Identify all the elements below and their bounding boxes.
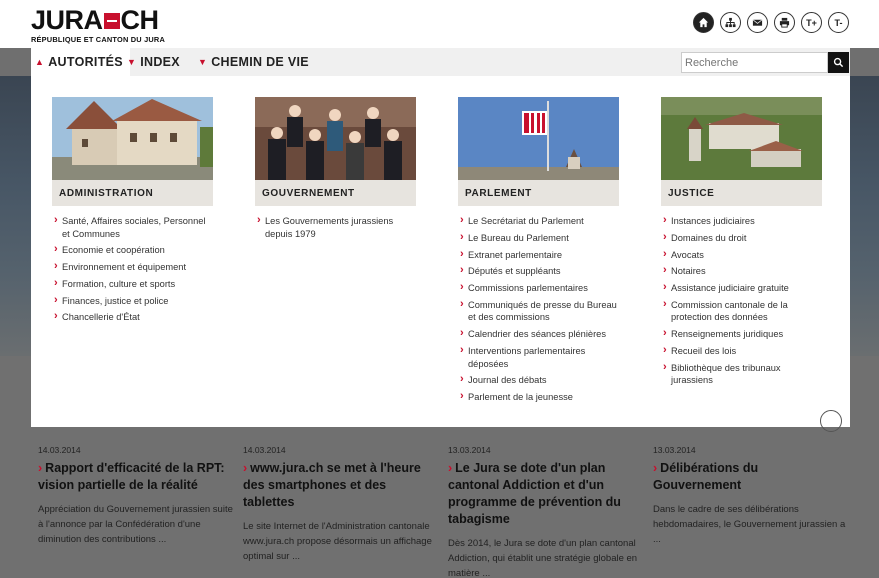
- parlement-photo[interactable]: [458, 97, 619, 180]
- menu-link[interactable]: Bibliothèque des tribunaux jurassiens: [661, 361, 822, 387]
- menu-link[interactable]: Communiqués de presse du Bureau et des c…: [458, 298, 619, 324]
- news-summary: Dans le cadre de ses délibérations hebdo…: [653, 504, 846, 545]
- jura-flag-icon: [103, 12, 120, 29]
- menu-link[interactable]: Calendrier des séances plénières: [458, 327, 619, 341]
- menu-link[interactable]: Domaines du droit: [661, 231, 822, 245]
- search-icon: [833, 57, 844, 68]
- sitemap-icon[interactable]: [720, 12, 741, 33]
- search-box: [681, 52, 849, 73]
- home-icon[interactable]: [693, 12, 714, 33]
- menu-link[interactable]: Assistance judiciaire gratuite: [661, 281, 822, 295]
- news-summary: Appréciation du Gouvernement jurassien s…: [38, 504, 233, 545]
- menu-link[interactable]: Le Secrétariat du Parlement: [458, 214, 619, 228]
- menu-link[interactable]: Recueil des lois: [661, 344, 822, 358]
- news-date: 13.03.2014: [653, 445, 696, 455]
- print-icon[interactable]: [774, 12, 795, 33]
- toolbar: T+ T-: [693, 12, 849, 33]
- news-title-text: Rapport d'efficacité de la RPT: vision p…: [38, 461, 225, 492]
- menu-link[interactable]: Commission cantonale de la protection de…: [661, 298, 822, 324]
- search-input[interactable]: [681, 52, 828, 73]
- chevron-down-icon: ▼: [127, 57, 137, 67]
- menu-link[interactable]: Extranet parlementaire: [458, 248, 619, 262]
- justice-photo[interactable]: [661, 97, 822, 180]
- site-header: JURA CH RÉPUBLIQUE ET CANTON DU JURA T+ …: [0, 0, 879, 48]
- news-date: 14.03.2014: [38, 445, 81, 455]
- font-increase-icon[interactable]: T+: [801, 12, 822, 33]
- arrow-right-icon: ›: [38, 461, 43, 475]
- menu-link[interactable]: Députés et suppléants: [458, 264, 619, 278]
- news-title-text: Le Jura se dote d'un plan cantonal Addic…: [448, 461, 621, 526]
- menu-link[interactable]: Journal des débats: [458, 373, 619, 387]
- administration-photo[interactable]: [52, 97, 213, 180]
- menu-heading[interactable]: GOUVERNEMENT: [255, 180, 416, 206]
- news-title[interactable]: › www.jura.ch se met à l'heure des smartp…: [243, 460, 438, 511]
- menu-heading[interactable]: PARLEMENT: [458, 180, 619, 206]
- news-title-text: Délibérations du Gouvernement: [653, 461, 759, 492]
- news-item[interactable]: 14.03.2014 › Rapport d'efficacité de la R…: [38, 445, 233, 547]
- gouvernement-photo[interactable]: [255, 97, 416, 180]
- arrow-right-icon: ›: [653, 461, 658, 475]
- menu-link[interactable]: Les Gouvernements jurassiens depuis 1979: [255, 214, 416, 240]
- news-summary: Dès 2014, le Jura se dote d'un plan cant…: [448, 538, 638, 578]
- search-button[interactable]: [828, 52, 849, 73]
- nav-item-label: AUTORITÉS: [48, 55, 123, 69]
- mail-icon[interactable]: [747, 12, 768, 33]
- nav-item-autorites[interactable]: ▲ AUTORITÉS: [31, 48, 130, 76]
- menu-link[interactable]: Avocats: [661, 248, 822, 262]
- nav-item-index[interactable]: ▼ INDEX: [127, 48, 180, 76]
- news-title[interactable]: › Le Jura se dote d'un plan cantonal Addi…: [448, 460, 643, 528]
- logo-word-left: JURA: [31, 5, 103, 35]
- nav-item-label: CHEMIN DE VIE: [211, 55, 309, 69]
- chevron-down-icon: ▼: [198, 57, 208, 67]
- news-title[interactable]: › Rapport d'efficacité de la RPT: vision …: [38, 460, 233, 494]
- arrow-right-icon: ›: [448, 461, 453, 475]
- news-summary: Le site Internet de l'Administration can…: [243, 521, 432, 562]
- menu-column-gouvernement: GOUVERNEMENT Les Gouvernements jurassien…: [255, 97, 416, 244]
- menu-link[interactable]: Notaires: [661, 264, 822, 278]
- logo-subtitle: RÉPUBLIQUE ET CANTON DU JURA: [31, 35, 165, 44]
- menu-link[interactable]: Commissions parlementaires: [458, 281, 619, 295]
- menu-link[interactable]: Renseignements juridiques: [661, 327, 822, 341]
- menu-heading[interactable]: ADMINISTRATION: [52, 180, 213, 206]
- menu-link[interactable]: Instances judiciaires: [661, 214, 822, 228]
- logo[interactable]: JURA CH RÉPUBLIQUE ET CANTON DU JURA: [31, 7, 165, 45]
- carousel-control-icon[interactable]: [820, 410, 842, 432]
- nav-item-label: INDEX: [140, 55, 180, 69]
- news-item[interactable]: 13.03.2014 › Le Jura se dote d'un plan ca…: [448, 445, 643, 578]
- news-title-text: www.jura.ch se met à l'heure des smartph…: [243, 461, 421, 509]
- mega-menu: ADMINISTRATION Santé, Affaires sociales,…: [31, 76, 850, 427]
- menu-heading[interactable]: JUSTICE: [661, 180, 822, 206]
- logo-word-right: CH: [120, 5, 160, 35]
- news-title[interactable]: › Délibérations du Gouvernement: [653, 460, 848, 494]
- menu-link[interactable]: Economie et coopération: [52, 243, 213, 257]
- news-date: 14.03.2014: [243, 445, 286, 455]
- menu-link[interactable]: Chancellerie d'État: [52, 311, 213, 324]
- arrow-right-icon: ›: [243, 461, 248, 475]
- news-item[interactable]: 14.03.2014 › www.jura.ch se met à l'heure…: [243, 445, 438, 564]
- font-decrease-icon[interactable]: T-: [828, 12, 849, 33]
- news-item[interactable]: 13.03.2014 › Délibérations du Gouvernemen…: [653, 445, 848, 547]
- menu-link[interactable]: Environnement et équipement: [52, 260, 213, 274]
- nav-item-chemin-de-vie[interactable]: ▼ CHEMIN DE VIE: [198, 48, 309, 76]
- menu-link[interactable]: Parlement de la jeunesse: [458, 390, 619, 404]
- menu-link[interactable]: Santé, Affaires sociales, Personnel et C…: [52, 214, 213, 240]
- logo-wordmark: JURA CH: [31, 7, 165, 34]
- chevron-up-icon: ▲: [35, 57, 45, 67]
- menu-column-parlement: PARLEMENT Le Secrétariat du Parlement Le…: [458, 97, 619, 408]
- menu-link[interactable]: Formation, culture et sports: [52, 277, 213, 291]
- menu-link[interactable]: Interventions parlementaires déposées: [458, 344, 619, 370]
- news-date: 13.03.2014: [448, 445, 491, 455]
- menu-column-justice: JUSTICE Instances judiciaires Domaines d…: [661, 97, 822, 391]
- menu-column-administration: ADMINISTRATION Santé, Affaires sociales,…: [52, 97, 213, 328]
- menu-link[interactable]: Le Bureau du Parlement: [458, 231, 619, 245]
- menu-link[interactable]: Finances, justice et police: [52, 294, 213, 308]
- main-nav: ▲ AUTORITÉS ▼ INDEX ▼ CHEMIN DE VIE: [31, 48, 850, 76]
